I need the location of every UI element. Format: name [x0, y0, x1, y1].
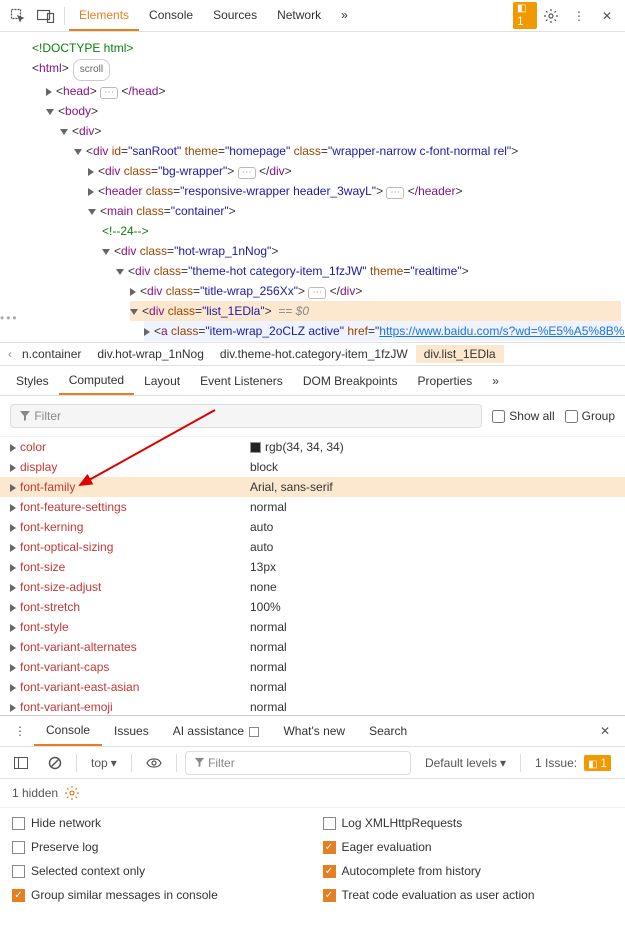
tabs-overflow[interactable]: »	[331, 1, 358, 31]
filter-input[interactable]: Filter	[10, 404, 482, 428]
breadcrumb-item-active[interactable]: div.list_1EDla	[416, 345, 504, 363]
anchor-tag[interactable]: <a class="item-wrap_2oCLZ active" href="…	[144, 321, 621, 341]
panel-tabs: Elements Console Sources Network »	[69, 1, 509, 31]
scroll-badge: scroll	[73, 59, 110, 81]
gutter-dots: •••	[0, 308, 19, 328]
gear-icon[interactable]	[64, 785, 80, 801]
show-all-checkbox[interactable]: Show all	[492, 409, 554, 423]
hidden-messages[interactable]: 1 hidden	[0, 779, 625, 808]
styles-tabs: Styles Computed Layout Event Listeners D…	[0, 366, 625, 396]
computed-property[interactable]: font-stretch100%	[0, 597, 625, 617]
tab-sources[interactable]: Sources	[203, 1, 267, 31]
computed-property[interactable]: font-variant-emojinormal	[0, 697, 625, 715]
head-tag[interactable]: <head> ⋯ </head>	[46, 81, 621, 101]
setting-selected-context[interactable]: Selected context only	[12, 864, 303, 878]
tab-console[interactable]: Console	[139, 1, 203, 31]
separator	[64, 7, 65, 25]
doctype[interactable]: <!DOCTYPE html>	[32, 38, 621, 58]
console-filter-input[interactable]: Filter	[185, 751, 411, 775]
computed-property[interactable]: font-size13px	[0, 557, 625, 577]
breadcrumb-item[interactable]: div.theme-hot.category-item_1fzJW	[212, 345, 416, 363]
drawer-close-icon[interactable]: ✕	[591, 717, 619, 745]
tab-elements[interactable]: Elements	[69, 1, 139, 31]
setting-preserve-log[interactable]: Preserve log	[12, 840, 303, 854]
theme-hot-tag[interactable]: <div class="theme-hot category-item_1fzJ…	[116, 261, 621, 281]
computed-properties[interactable]: colorrgb(34, 34, 34)displayblockfont-fam…	[0, 437, 625, 715]
drawer-tab-ai[interactable]: AI assistance	[161, 717, 272, 745]
console-sidebar-toggle[interactable]	[8, 754, 34, 772]
main-toolbar: Elements Console Sources Network » ◧ 1 ⋮…	[0, 0, 625, 32]
setting-treat-code[interactable]: ✓Treat code evaluation as user action	[323, 888, 614, 902]
setting-log-xhr[interactable]: Log XMLHttpRequests	[323, 816, 614, 830]
computed-property[interactable]: font-kerningauto	[0, 517, 625, 537]
clear-console-icon[interactable]	[42, 753, 68, 773]
drawer-tabs: ⋮ Console Issues AI assistance What's ne…	[0, 715, 625, 747]
more-menu-icon[interactable]: ⋮	[565, 2, 593, 30]
computed-property[interactable]: font-feature-settingsnormal	[0, 497, 625, 517]
setting-group-messages[interactable]: ✓Group similar messages in console	[12, 888, 303, 902]
hidden-count: 1 hidden	[12, 786, 58, 800]
drawer-tab-search[interactable]: Search	[357, 717, 419, 745]
computed-property[interactable]: displayblock	[0, 457, 625, 477]
computed-property[interactable]: font-size-adjustnone	[0, 577, 625, 597]
inspect-icon[interactable]	[4, 2, 32, 30]
header-tag[interactable]: <header class="responsive-wrapper header…	[88, 181, 621, 201]
breadcrumb-item[interactable]: div.hot-wrap_1nNog	[89, 345, 212, 363]
warnings-button[interactable]: ◧ 1	[509, 2, 537, 30]
console-settings: Hide network Log XMLHttpRequests Preserv…	[0, 808, 625, 910]
tab-styles[interactable]: Styles	[6, 368, 59, 394]
comment[interactable]: <!--24-->	[102, 221, 621, 241]
computed-property[interactable]: font-variant-alternatesnormal	[0, 637, 625, 657]
computed-property[interactable]: font-variant-capsnormal	[0, 657, 625, 677]
list-tag-selected[interactable]: <div class="list_1EDla"> == $0	[130, 301, 621, 321]
div-tag[interactable]: <div>	[60, 121, 621, 141]
setting-autocomplete[interactable]: ✓Autocomplete from history	[323, 864, 614, 878]
log-levels-selector[interactable]: Default levels ▾	[419, 753, 512, 773]
context-selector[interactable]: top ▾	[85, 753, 123, 773]
setting-eager-eval[interactable]: ✓Eager evaluation	[323, 840, 614, 854]
tab-dom-breakpoints[interactable]: DOM Breakpoints	[293, 368, 408, 394]
drawer-tab-issues[interactable]: Issues	[102, 717, 161, 745]
settings-icon[interactable]	[537, 2, 565, 30]
tab-computed[interactable]: Computed	[59, 367, 134, 395]
tab-event-listeners[interactable]: Event Listeners	[190, 368, 293, 394]
tab-properties[interactable]: Properties	[408, 368, 483, 394]
warning-count: 1	[517, 14, 524, 28]
group-checkbox[interactable]: Group	[565, 409, 615, 423]
breadcrumb: ‹ n.container div.hot-wrap_1nNog div.the…	[0, 342, 625, 366]
hot-wrap-tag[interactable]: <div class="hot-wrap_1nNog">	[102, 241, 621, 261]
computed-property[interactable]: font-variant-east-asiannormal	[0, 677, 625, 697]
drawer-tab-console[interactable]: Console	[34, 716, 102, 746]
computed-property[interactable]: font-optical-sizingauto	[0, 537, 625, 557]
computed-filter-row: Filter Show all Group	[0, 396, 625, 437]
bg-wrapper-tag[interactable]: <div class="bg-wrapper"> ⋯ </div>	[88, 161, 621, 181]
breadcrumb-item[interactable]: n.container	[14, 345, 89, 363]
tab-network[interactable]: Network	[267, 1, 331, 31]
title-wrap-tag[interactable]: <div class="title-wrap_256Xx"> ⋯ </div>	[130, 281, 621, 301]
drawer-more-icon[interactable]: ⋮	[6, 717, 34, 745]
issues-link[interactable]: 1 Issue: ◧ 1	[529, 752, 617, 774]
computed-property[interactable]: font-familyArial, sans-serif	[0, 477, 625, 497]
flask-icon	[249, 727, 259, 737]
filter-placeholder: Filter	[34, 409, 61, 423]
tab-layout[interactable]: Layout	[134, 368, 190, 394]
main-tag[interactable]: <main class="container">	[88, 201, 621, 221]
filter-icon	[194, 757, 205, 768]
drawer-tab-whatsnew[interactable]: What's new	[271, 717, 357, 745]
filter-icon	[19, 410, 31, 422]
close-icon[interactable]: ✕	[593, 2, 621, 30]
breadcrumb-back[interactable]: ‹	[6, 347, 14, 361]
device-toggle-icon[interactable]	[32, 2, 60, 30]
live-expression-icon[interactable]	[140, 754, 168, 772]
sanroot-tag[interactable]: <div id="sanRoot" theme="homepage" class…	[74, 141, 621, 161]
console-toolbar: top ▾ Filter Default levels ▾ 1 Issue: ◧…	[0, 747, 625, 779]
html-tag[interactable]: <html>scroll	[32, 58, 621, 81]
body-tag[interactable]: <body>	[46, 101, 621, 121]
setting-hide-network[interactable]: Hide network	[12, 816, 303, 830]
styles-tabs-overflow[interactable]: »	[482, 368, 509, 394]
console-filter-placeholder: Filter	[208, 756, 235, 770]
computed-property[interactable]: colorrgb(34, 34, 34)	[0, 437, 625, 457]
computed-property[interactable]: font-stylenormal	[0, 617, 625, 637]
dom-tree[interactable]: ••• <!DOCTYPE html> <html>scroll <head> …	[0, 32, 625, 342]
